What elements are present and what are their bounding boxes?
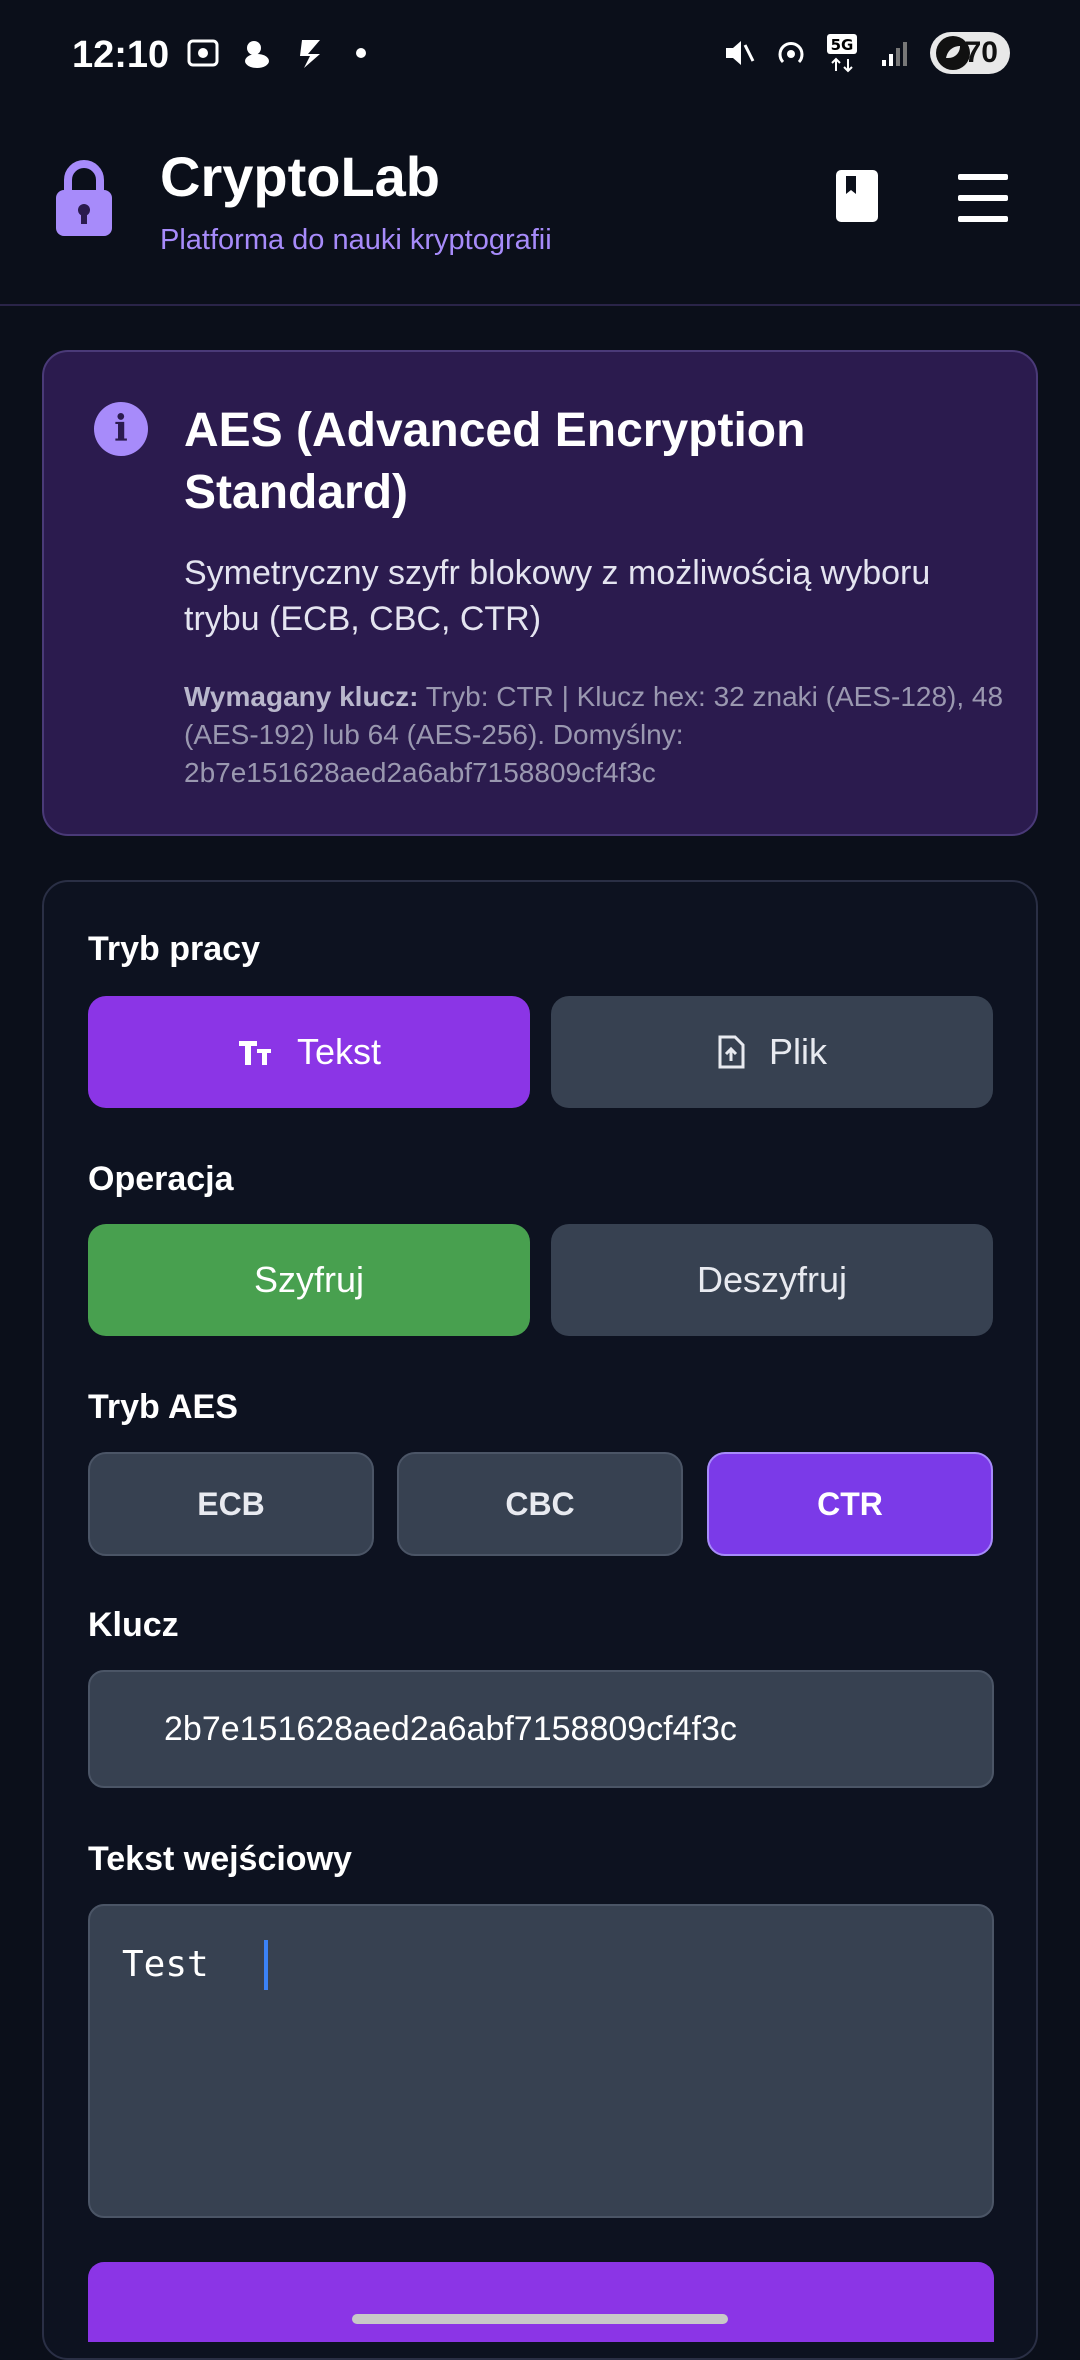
text-format-icon	[237, 1037, 273, 1067]
text-cursor	[264, 1940, 268, 1990]
decrypt-label: Deszyfruj	[696, 1259, 848, 1300]
network-5g-icon: 5G	[826, 34, 860, 73]
battery-indicator: 70	[930, 32, 1010, 74]
app-notification-icon	[240, 36, 274, 70]
operation-label: Operacja	[88, 1160, 234, 1198]
mode-text-button[interactable]: Tekst	[88, 996, 530, 1108]
key-label: Klucz	[88, 1606, 179, 1644]
mode-text-label: Tekst	[296, 1031, 382, 1072]
algorithm-description: Symetryczny szyfr blokowy z możliwością …	[184, 554, 931, 638]
file-upload-icon	[717, 1035, 745, 1069]
encrypt-button[interactable]: Szyfruj	[88, 1224, 530, 1336]
mode-label: Tryb pracy	[88, 930, 260, 968]
status-time: 12:10	[72, 34, 170, 76]
menu-line	[958, 195, 1008, 201]
svg-text:5G: 5G	[831, 36, 854, 54]
input-text-value: Test	[122, 1944, 209, 1985]
algorithm-title: AES (Advanced Encryption Standard)	[184, 404, 806, 519]
lock-icon	[52, 158, 116, 238]
key-requirements: Wymagany klucz: Tryb: CTR | Klucz hex: 3…	[184, 678, 1004, 792]
status-bar: 12:10 5G 70	[0, 0, 1080, 92]
mode-file-button[interactable]: Plik	[551, 996, 993, 1108]
mode-file-label: Plik	[768, 1031, 827, 1072]
algorithm-info-card: i AES (Advanced Encryption Standard) Sym…	[42, 350, 1038, 836]
gesture-nav-bar[interactable]	[352, 2314, 728, 2324]
hamburger-menu-icon[interactable]	[958, 174, 1014, 222]
signal-icon	[878, 36, 912, 70]
aes-mode-cbc-button[interactable]: CBC	[397, 1452, 683, 1556]
aes-mode-ecb-label: ECB	[197, 1485, 265, 1522]
hotspot-icon	[774, 36, 808, 70]
aes-mode-ctr-button[interactable]: CTR	[707, 1452, 993, 1556]
info-icon: i	[94, 402, 148, 456]
aes-mode-ecb-button[interactable]: ECB	[88, 1452, 374, 1556]
encrypt-label: Szyfruj	[253, 1259, 365, 1300]
more-notifications-dot	[356, 48, 366, 58]
book-icon[interactable]	[834, 168, 890, 228]
decrypt-button[interactable]: Deszyfruj	[551, 1224, 993, 1336]
key-requirements-label: Wymagany klucz:	[184, 681, 419, 712]
mute-icon	[722, 36, 756, 70]
key-input[interactable]: 2b7e151628aed2a6abf7158809cf4f3c	[88, 1670, 994, 1788]
aes-mode-cbc-label: CBC	[505, 1485, 575, 1522]
menu-line	[958, 174, 1008, 180]
menu-line	[958, 216, 1008, 222]
status-system-icons: 5G 70	[722, 32, 1010, 74]
screenshot-icon	[186, 36, 220, 70]
app-notification-icon-2	[294, 36, 328, 70]
submit-button[interactable]	[88, 2262, 994, 2342]
input-text-area[interactable]: Test	[88, 1904, 994, 2218]
status-notification-icons	[186, 36, 366, 70]
app-header: CryptoLab Platforma do nauki kryptografi…	[0, 92, 1080, 306]
app-title: CryptoLab	[160, 145, 440, 208]
app-subtitle: Platforma do nauki kryptografii	[160, 224, 552, 256]
aes-mode-ctr-label: CTR	[817, 1485, 883, 1522]
input-text-label: Tekst wejściowy	[88, 1840, 352, 1878]
aes-mode-label: Tryb AES	[88, 1388, 238, 1426]
battery-saver-icon	[936, 36, 970, 70]
